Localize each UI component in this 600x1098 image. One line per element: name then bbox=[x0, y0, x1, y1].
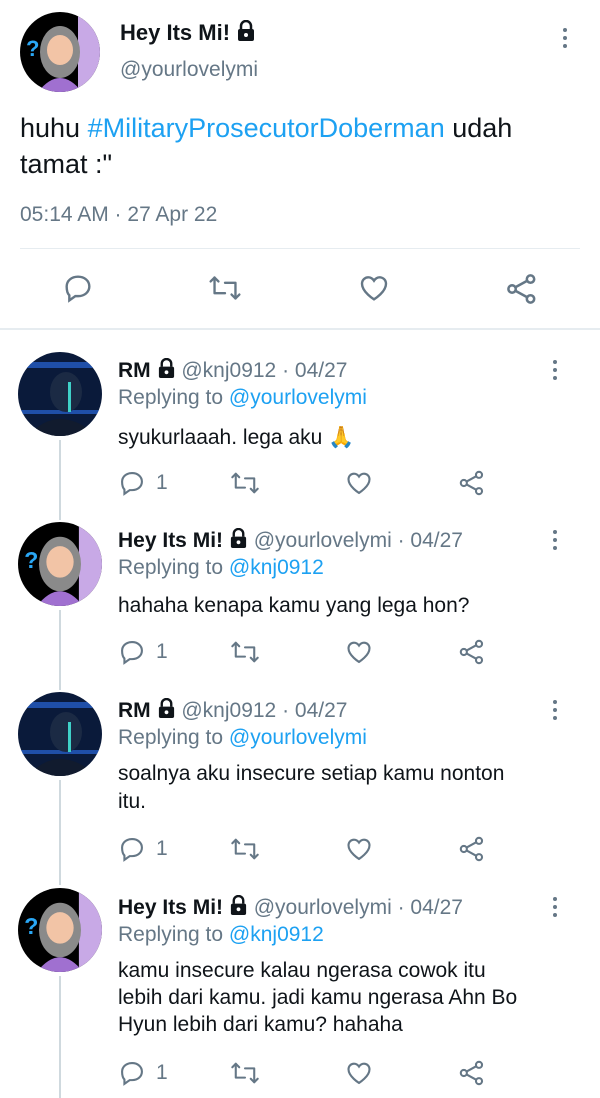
author-name[interactable]: RM bbox=[118, 699, 151, 722]
replying-to: Replying to @yourlovelymi bbox=[118, 386, 367, 409]
like-icon[interactable] bbox=[344, 638, 374, 666]
reply-icon[interactable] bbox=[118, 469, 146, 497]
section-divider bbox=[0, 328, 600, 330]
retweet-icon[interactable] bbox=[208, 272, 242, 304]
more-options-icon[interactable] bbox=[550, 530, 560, 550]
share-icon[interactable] bbox=[458, 468, 486, 498]
reply-action[interactable]: 1 bbox=[118, 835, 168, 863]
replying-to: Replying to @yourlovelymi bbox=[118, 726, 367, 749]
mention-link[interactable]: @yourlovelymi bbox=[229, 726, 367, 749]
avatar[interactable] bbox=[18, 352, 102, 436]
lock-icon bbox=[238, 20, 255, 41]
reply-action[interactable]: 1 bbox=[118, 1059, 168, 1087]
share-icon[interactable] bbox=[505, 272, 539, 306]
mention-link[interactable]: @yourlovelymi bbox=[229, 386, 367, 409]
avatar[interactable] bbox=[18, 692, 102, 776]
thread-line bbox=[59, 976, 61, 1098]
svg-text:?: ? bbox=[24, 547, 38, 573]
share-icon[interactable] bbox=[458, 1058, 486, 1088]
retweet-icon[interactable] bbox=[230, 1059, 260, 1087]
svg-text:?: ? bbox=[24, 913, 38, 939]
author-handle[interactable]: @knj0912 · 04/27 bbox=[181, 359, 347, 382]
avatar[interactable]: ? bbox=[20, 12, 100, 92]
reply-icon[interactable] bbox=[118, 638, 146, 666]
author-handle[interactable]: @yourlovelymi bbox=[120, 58, 258, 82]
author-name[interactable]: Hey Its Mi! bbox=[118, 529, 223, 552]
svg-text:?: ? bbox=[26, 36, 39, 61]
like-icon[interactable] bbox=[357, 272, 391, 304]
retweet-icon[interactable] bbox=[230, 835, 260, 863]
thread-line bbox=[59, 780, 61, 885]
avatar[interactable]: ? bbox=[18, 888, 102, 972]
divider bbox=[20, 248, 580, 249]
author-name[interactable]: Hey Its Mi! bbox=[118, 896, 223, 919]
retweet-icon[interactable] bbox=[230, 469, 260, 497]
more-options-icon[interactable] bbox=[550, 360, 560, 380]
more-options-icon[interactable] bbox=[560, 28, 570, 48]
author-name[interactable]: RM bbox=[118, 359, 151, 382]
tweet-text: huhu #MilitaryProsecutorDoberman udah ta… bbox=[20, 113, 513, 179]
thread-line bbox=[59, 440, 61, 520]
reply-header: Hey Its Mi! @yourlovelymi · 04/27 bbox=[118, 895, 463, 920]
thread-line bbox=[59, 610, 61, 690]
like-icon[interactable] bbox=[344, 835, 374, 863]
reply-header: RM @knj0912 · 04/27 bbox=[118, 698, 347, 723]
reply-count: 1 bbox=[156, 640, 168, 663]
replying-to: Replying to @knj0912 bbox=[118, 556, 324, 579]
avatar[interactable]: ? bbox=[18, 522, 102, 606]
reply-action[interactable]: 1 bbox=[118, 638, 168, 666]
author-name: Hey Its Mi! bbox=[120, 20, 256, 46]
share-icon[interactable] bbox=[458, 834, 486, 864]
lock-icon bbox=[230, 895, 246, 915]
lock-icon bbox=[158, 358, 174, 378]
retweet-icon[interactable] bbox=[230, 638, 260, 666]
reply-action[interactable]: 1 bbox=[118, 469, 168, 497]
author-handle[interactable]: @yourlovelymi · 04/27 bbox=[254, 529, 463, 552]
mention-link[interactable]: @knj0912 bbox=[229, 556, 324, 579]
reply-text: soalnya aku insecure setiap kamu nonton … bbox=[118, 762, 505, 813]
reply-text: hahaha kenapa kamu yang lega hon? bbox=[118, 594, 470, 617]
lock-icon bbox=[158, 698, 174, 718]
author-handle[interactable]: @knj0912 · 04/27 bbox=[181, 699, 347, 722]
reply-icon[interactable] bbox=[118, 835, 146, 863]
reply-count: 1 bbox=[156, 471, 168, 494]
reply-header: RM @knj0912 · 04/27 bbox=[118, 358, 347, 383]
mention-link[interactable]: @knj0912 bbox=[229, 923, 324, 946]
lock-icon bbox=[230, 528, 246, 548]
like-icon[interactable] bbox=[344, 469, 374, 497]
reply-count: 1 bbox=[156, 1061, 168, 1084]
like-icon[interactable] bbox=[344, 1059, 374, 1087]
reply-text: syukurlaaah. lega aku 🙏 bbox=[118, 426, 355, 449]
reply-text: kamu insecure kalau ngerasa cowok itu le… bbox=[118, 959, 518, 1036]
author-handle[interactable]: @yourlovelymi · 04/27 bbox=[254, 896, 463, 919]
replying-to: Replying to @knj0912 bbox=[118, 923, 324, 946]
tweet-timestamp: 05:14 AM · 27 Apr 22 bbox=[20, 203, 218, 226]
share-icon[interactable] bbox=[458, 637, 486, 667]
hashtag-link[interactable]: #MilitaryProsecutorDoberman bbox=[88, 113, 445, 143]
reply-icon[interactable] bbox=[62, 272, 94, 304]
reply-count: 1 bbox=[156, 837, 168, 860]
more-options-icon[interactable] bbox=[550, 700, 560, 720]
reply-icon[interactable] bbox=[118, 1059, 146, 1087]
reply-header: Hey Its Mi! @yourlovelymi · 04/27 bbox=[118, 528, 463, 553]
more-options-icon[interactable] bbox=[550, 897, 560, 917]
